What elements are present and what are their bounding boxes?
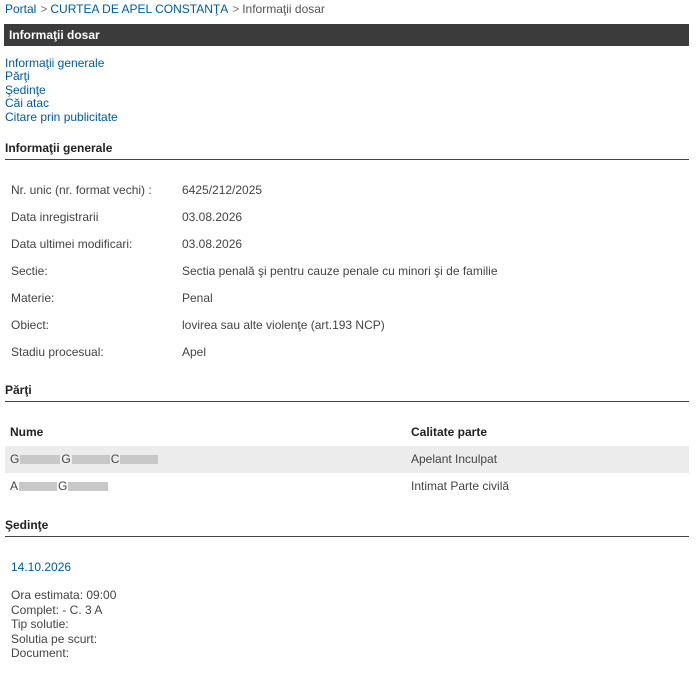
party-name-redacted: AG (10, 473, 109, 500)
hearings-heading: Şedinţe (5, 518, 689, 537)
parties-heading: Părţi (5, 383, 689, 402)
info-label: Nr. unic (nr. format vechi) : (11, 183, 152, 197)
hearing-panel: Complet: - C. 3 A (11, 602, 103, 617)
breadcrumb-court-link[interactable]: CURTEA DE APEL CONSTANŢA (50, 2, 228, 16)
case-number-value: 6425/212/2025 (182, 183, 263, 197)
parties-table: Nume Calitate parte GGC Apelant Inculpat… (5, 418, 689, 500)
breadcrumb-current: Informaţii dosar (242, 2, 325, 16)
hearing-document: Document: (11, 646, 70, 660)
hearing-estimated-time: Ora estimata: 09:00 (11, 588, 117, 602)
last-modified-value: 03.08.2026 (182, 237, 243, 251)
info-label: Obiect: (11, 318, 50, 332)
breadcrumb-separator: > (232, 2, 240, 16)
breadcrumb: Portal > CURTEA DE APEL CONSTANŢA > Informaţ… (5, 2, 325, 16)
nav-link-public-summons[interactable]: Citare prin publicitate (5, 110, 118, 124)
registration-date-value: 03.08.2026 (182, 210, 243, 224)
party-role: Intimat Parte civilă (411, 479, 510, 493)
breadcrumb-separator: > (40, 2, 48, 16)
info-label: Materie: (11, 291, 55, 305)
table-row: GGC Apelant Inculpat (5, 446, 689, 473)
hearing-entry: 14.10.2026 Ora estimata: 09:00 Complet: … (11, 560, 116, 661)
section-value: Sectia penală şi pentru cauze penale cu … (182, 264, 498, 278)
nav-link-general-info[interactable]: Informaţii generale (5, 56, 118, 70)
nav-link-appeals[interactable]: Căi atac (5, 96, 118, 110)
general-info-heading: Informaţii generale (5, 141, 689, 160)
section-nav: Informaţii generale Părţi Şedinţe Căi at… (5, 56, 118, 124)
party-name-redacted: GGC (10, 446, 159, 473)
object-value: lovirea sau alte violenţe (art.193 NCP) (182, 318, 385, 332)
info-label: Data ultimei modificari: (11, 237, 133, 251)
hearing-solution-summary: Solutia pe scurt: (11, 631, 98, 646)
page-title: Informaţii dosar (4, 24, 689, 46)
info-label: Sectie: (11, 264, 48, 278)
info-label: Data inregistrarii (11, 210, 99, 224)
hearing-solution-type: Tip solutie: (11, 617, 69, 631)
table-header-row: Nume Calitate parte (5, 418, 689, 446)
breadcrumb-portal-link[interactable]: Portal (5, 2, 36, 16)
hearing-date-link[interactable]: 14.10.2026 (11, 560, 116, 574)
nav-link-hearings[interactable]: Şedinţe (5, 83, 118, 97)
info-label: Stadiu procesual: (11, 345, 104, 359)
column-header-name: Nume (10, 425, 44, 439)
stage-value: Apel (182, 345, 207, 359)
column-header-role: Calitate parte (411, 425, 488, 439)
party-role: Apelant Inculpat (411, 452, 498, 466)
nav-link-parties[interactable]: Părţi (5, 69, 118, 83)
matter-value: Penal (182, 291, 213, 305)
table-row: AG Intimat Parte civilă (5, 473, 689, 500)
